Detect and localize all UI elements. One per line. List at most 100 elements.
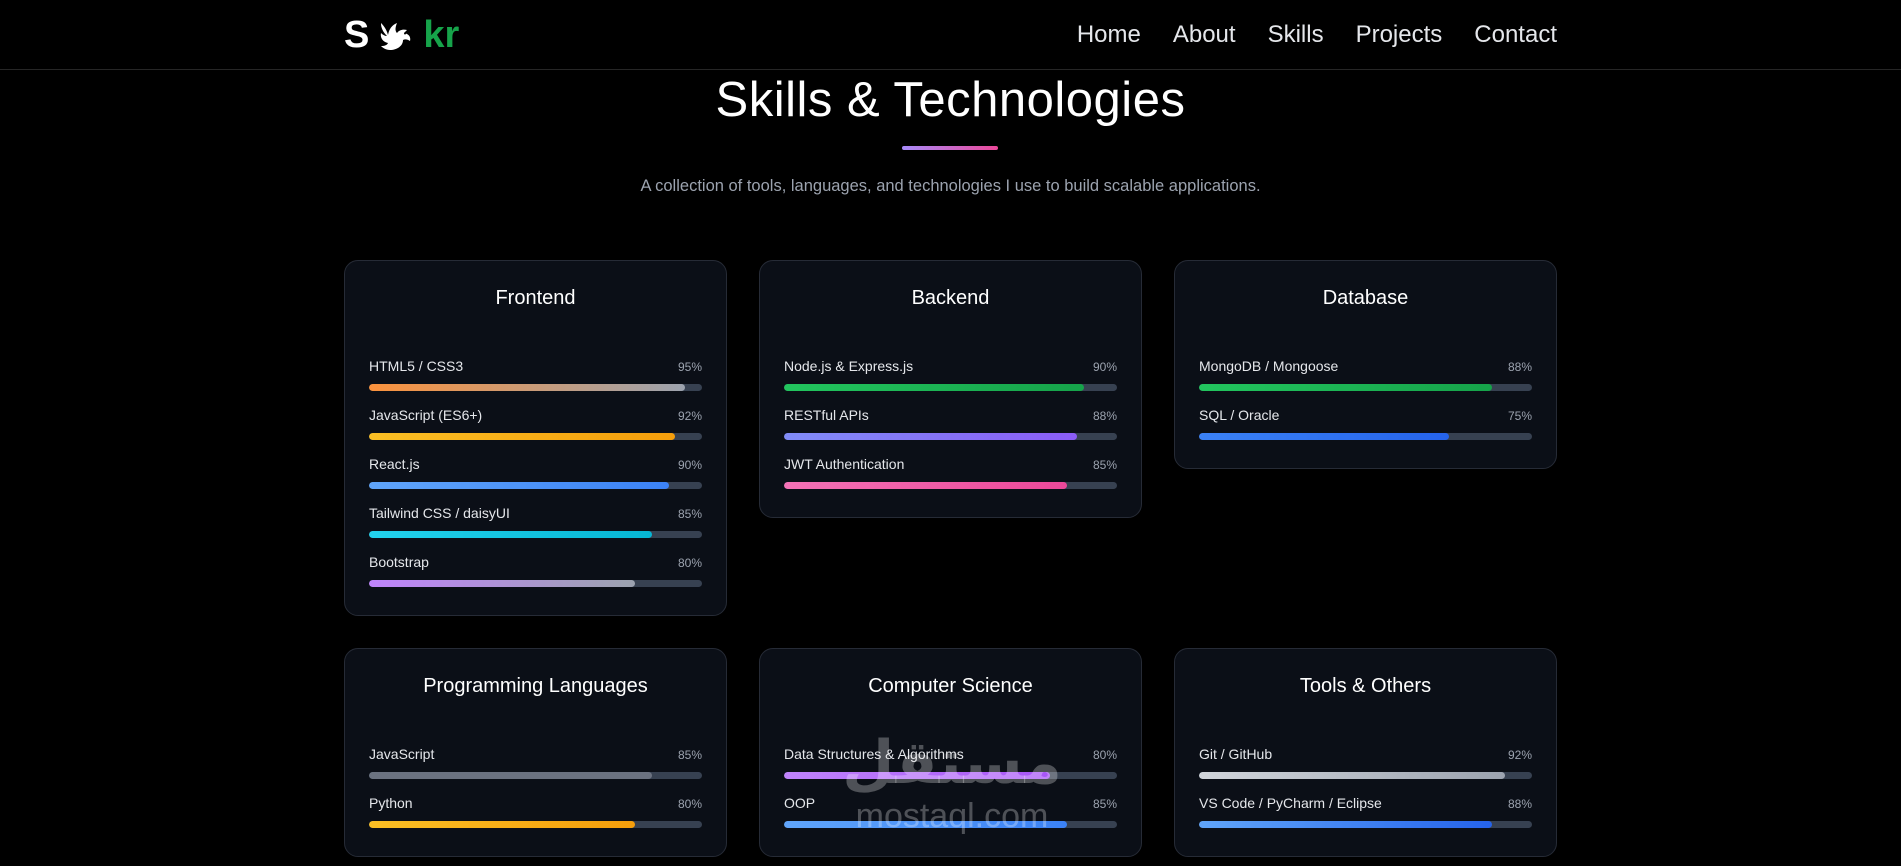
nav-link-projects[interactable]: Projects — [1356, 21, 1443, 49]
skill-card: Tools & Others Git / GitHub 92% VS Code / P… — [1174, 648, 1557, 857]
skill-percent: 92% — [1507, 748, 1532, 762]
navbar-inner: S kr Home About Skills Projects Contact — [344, 0, 1557, 70]
card-title: Programming Languages — [423, 675, 648, 697]
progress-track — [784, 433, 1117, 440]
skill-name: JavaScript (ES6+) — [369, 407, 483, 423]
skill-head: JavaScript (ES6+) 92% — [369, 407, 702, 423]
skill-name: Tailwind CSS / daisyUI — [369, 505, 510, 521]
skill-name: Python — [369, 795, 413, 811]
skill-head: JavaScript 85% — [369, 746, 702, 762]
skill-head: Node.js & Express.js 90% — [784, 358, 1117, 374]
skill-name: Data Structures & Algorithms — [784, 746, 964, 762]
skill-row: Tailwind CSS / daisyUI 85% — [369, 505, 702, 538]
nav-link-about[interactable]: About — [1173, 21, 1236, 49]
section-title: Skills & Technologies — [715, 73, 1186, 127]
skill-name: Node.js & Express.js — [784, 358, 914, 374]
skill-name: HTML5 / CSS3 — [369, 358, 464, 374]
skill-name: SQL / Oracle — [1199, 407, 1280, 423]
site-logo[interactable]: S kr — [344, 15, 459, 55]
progress-track — [369, 433, 702, 440]
dove-icon — [381, 23, 411, 50]
skill-head: Data Structures & Algorithms 80% — [784, 746, 1117, 762]
skill-name: VS Code / PyCharm / Eclipse — [1199, 795, 1382, 811]
progress-fill — [369, 482, 669, 489]
nav-links: Home About Skills Projects Contact — [1077, 21, 1557, 49]
card-title: Database — [1322, 287, 1409, 309]
skill-name: OOP — [784, 795, 816, 811]
skill-head: React.js 90% — [369, 456, 702, 472]
progress-fill — [369, 580, 636, 587]
skill-name: MongoDB / Mongoose — [1199, 358, 1339, 374]
card-title: Computer Science — [868, 675, 1033, 697]
skill-percent: 90% — [1092, 360, 1117, 374]
skill-row: Data Structures & Algorithms 80% — [784, 746, 1117, 779]
progress-track — [369, 772, 702, 779]
progress-track — [1199, 433, 1532, 440]
skill-percent: 80% — [677, 556, 702, 570]
progress-fill — [369, 531, 653, 538]
navbar: S kr Home About Skills Projects Contact — [0, 0, 1901, 70]
progress-track — [784, 821, 1117, 828]
progress-track — [369, 580, 702, 587]
skill-row: HTML5 / CSS3 95% — [369, 358, 702, 391]
progress-fill — [784, 482, 1068, 489]
skill-head: Python 80% — [369, 795, 702, 811]
skill-row: MongoDB / Mongoose 88% — [1199, 358, 1532, 391]
skill-row: JavaScript 85% — [369, 746, 702, 779]
skill-percent: 85% — [677, 748, 702, 762]
skill-row: OOP 85% — [784, 795, 1117, 828]
progress-track — [784, 772, 1117, 779]
title-underline — [902, 146, 998, 150]
progress-track — [784, 482, 1117, 489]
skill-head: HTML5 / CSS3 95% — [369, 358, 702, 374]
skill-name: Bootstrap — [369, 554, 429, 570]
skill-percent: 85% — [1092, 797, 1117, 811]
skill-head: OOP 85% — [784, 795, 1117, 811]
progress-track — [369, 531, 702, 538]
progress-fill — [784, 384, 1084, 391]
progress-fill — [784, 772, 1051, 779]
skill-row: Bootstrap 80% — [369, 554, 702, 587]
skill-card: Database MongoDB / Mongoose 88% SQL / Oracl… — [1174, 260, 1557, 469]
skill-percent: 80% — [1092, 748, 1117, 762]
skill-name: JWT Authentication — [784, 456, 905, 472]
logo-letters-kr: kr — [423, 14, 460, 56]
progress-track — [1199, 772, 1532, 779]
progress-fill — [1199, 772, 1506, 779]
skill-percent: 85% — [677, 507, 702, 521]
skill-percent: 88% — [1507, 797, 1532, 811]
skill-percent: 85% — [1092, 458, 1117, 472]
skill-percent: 88% — [1092, 409, 1117, 423]
skill-percent: 95% — [677, 360, 702, 374]
nav-link-home[interactable]: Home — [1077, 21, 1141, 49]
progress-track — [784, 384, 1117, 391]
skill-percent: 80% — [677, 797, 702, 811]
skill-head: SQL / Oracle 75% — [1199, 407, 1532, 423]
progress-fill — [369, 821, 636, 828]
skill-card: Computer Science Data Structures & Algori… — [759, 648, 1142, 857]
nav-link-skills[interactable]: Skills — [1268, 21, 1324, 49]
logo-letter-s: S — [344, 14, 370, 56]
skill-row: Python 80% — [369, 795, 702, 828]
skill-head: Tailwind CSS / daisyUI 85% — [369, 505, 702, 521]
skill-head: RESTful APIs 88% — [784, 407, 1117, 423]
progress-track — [369, 384, 702, 391]
skill-head: MongoDB / Mongoose 88% — [1199, 358, 1532, 374]
card-title: Frontend — [495, 287, 576, 309]
progress-fill — [1199, 433, 1449, 440]
skill-head: VS Code / PyCharm / Eclipse 88% — [1199, 795, 1532, 811]
skill-name: JavaScript — [369, 746, 435, 762]
progress-fill — [784, 821, 1068, 828]
progress-fill — [369, 384, 686, 391]
progress-track — [369, 821, 702, 828]
skill-percent: 90% — [677, 458, 702, 472]
skill-percent: 88% — [1507, 360, 1532, 374]
skill-card: Backend Node.js & Express.js 90% RESTful AP… — [759, 260, 1142, 518]
progress-track — [1199, 821, 1532, 828]
skill-percent: 75% — [1507, 409, 1532, 423]
skill-row: JavaScript (ES6+) 92% — [369, 407, 702, 440]
nav-link-contact[interactable]: Contact — [1474, 21, 1557, 49]
progress-fill — [1199, 384, 1493, 391]
skills-grid: Frontend HTML5 / CSS3 95% JavaScript (ES6+)… — [344, 260, 1557, 857]
skill-head: JWT Authentication 85% — [784, 456, 1117, 472]
